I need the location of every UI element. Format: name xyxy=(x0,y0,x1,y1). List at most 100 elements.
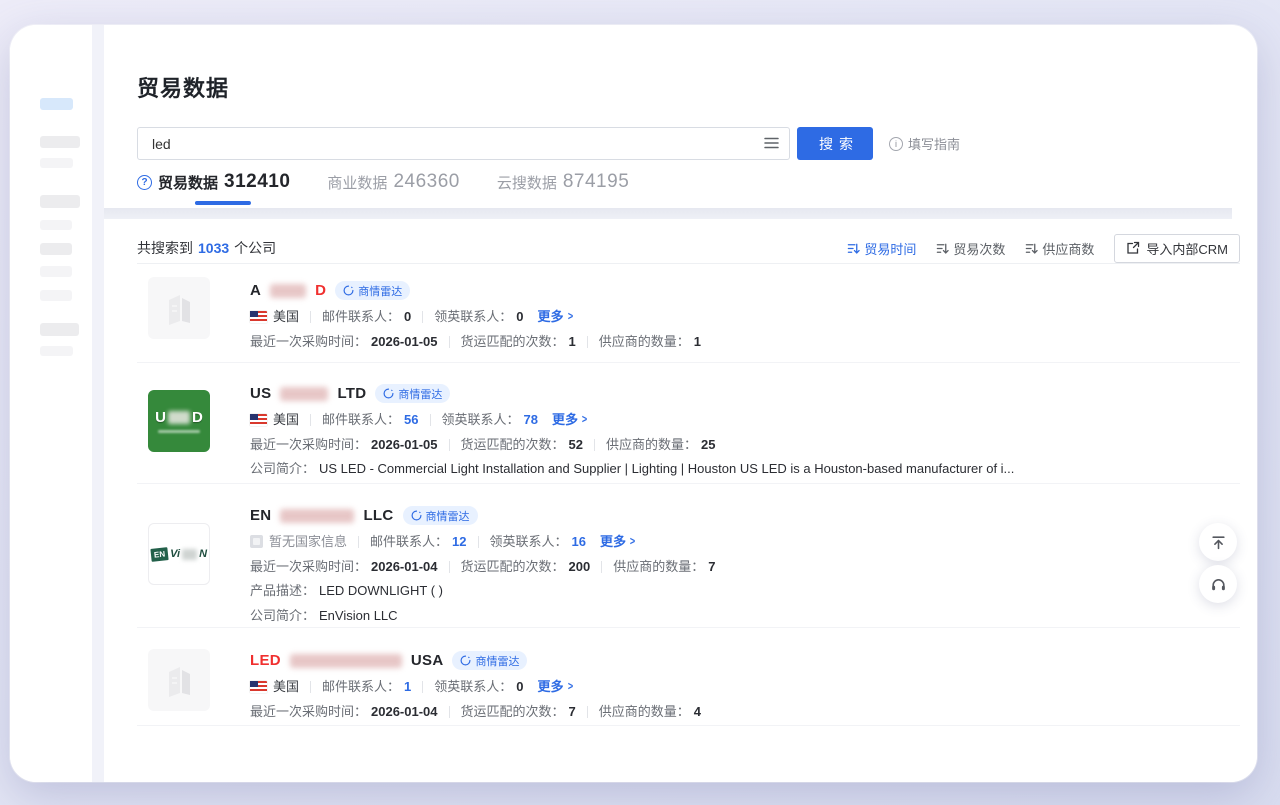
search-button[interactable]: 搜索 xyxy=(797,127,873,160)
email-contacts-label: 邮件联系人： xyxy=(322,308,400,325)
last-purchase-value: 2026-01-04 xyxy=(371,558,438,575)
email-contacts-value: 0 xyxy=(404,308,411,325)
sort-icon xyxy=(1025,242,1038,255)
more-link[interactable]: 更多> xyxy=(538,308,574,325)
linkedin-contacts-value[interactable]: 16 xyxy=(572,533,586,550)
search-input-wrap xyxy=(137,127,790,160)
no-country-icon xyxy=(250,535,263,548)
radar-icon xyxy=(411,510,422,521)
linkedin-contacts-value[interactable]: 78 xyxy=(524,411,538,428)
question-circle-icon: ? xyxy=(137,175,152,190)
biz-radar-badge[interactable]: 商情雷达 xyxy=(335,281,410,300)
email-contacts-value[interactable]: 56 xyxy=(404,411,418,428)
separator xyxy=(449,561,450,573)
separator xyxy=(478,536,479,548)
company-name[interactable]: EN xyxy=(250,507,271,524)
summary-count: 1033 xyxy=(198,240,229,256)
back-to-top-button[interactable] xyxy=(1199,523,1237,561)
sidebar-skeleton-item[interactable] xyxy=(40,243,72,255)
sidebar-skeleton-item[interactable] xyxy=(40,158,73,168)
company-intro-row: 公司简介： US LED - Commercial Light Installa… xyxy=(250,460,1240,478)
supplier-count-label: 供应商的数量： xyxy=(606,436,697,453)
us-flag-icon xyxy=(250,681,267,693)
separator xyxy=(310,311,311,323)
separator xyxy=(310,414,311,426)
summary-prefix: 共搜索到 xyxy=(137,238,193,258)
search-input[interactable] xyxy=(137,127,790,160)
chevron-right-icon: > xyxy=(630,533,635,550)
company-intro-value: EnVision LLC xyxy=(319,607,398,625)
filter-icon[interactable] xyxy=(763,135,780,151)
guide-link[interactable]: i 填写指南 xyxy=(889,134,960,153)
freight-match-label: 货运匹配的次数： xyxy=(461,703,565,720)
freight-match-label: 货运匹配的次数： xyxy=(461,558,565,575)
headset-icon xyxy=(1210,576,1227,593)
horizontal-scrollbar-track[interactable] xyxy=(104,208,1232,219)
freight-match-value: 52 xyxy=(569,436,583,453)
email-contacts-label: 邮件联系人： xyxy=(322,678,400,695)
more-link[interactable]: 更多> xyxy=(538,678,574,695)
sort-supplier-count[interactable]: 供应商数 xyxy=(1025,239,1094,258)
country-field: 美国 xyxy=(250,411,299,428)
linkedin-contacts-value: 0 xyxy=(516,678,523,695)
sort-trade-time[interactable]: 贸易时间 xyxy=(847,239,916,258)
linkedin-contacts-label: 领英联系人： xyxy=(442,411,520,428)
tab-trade-data[interactable]: ? 贸易数据 312410 xyxy=(137,171,290,205)
company-name[interactable]: LLC xyxy=(363,507,393,524)
app-window: 贸易数据 搜索 i 填写指南 ? 贸易数据 312410 商业数据 xyxy=(10,25,1257,782)
email-contacts-value[interactable]: 12 xyxy=(452,533,466,550)
company-list-item: LED USA 商情雷达 美国 邮件联系人： 1 领英联系人： 0 xyxy=(137,645,1240,726)
company-list-item: UD US LTD 商情雷达 美国 邮件联系人： 56 xyxy=(137,378,1240,484)
supplier-count-value: 25 xyxy=(701,436,715,453)
summary-suffix: 个公司 xyxy=(234,238,276,258)
separator xyxy=(422,681,423,693)
company-name-highlight[interactable]: D xyxy=(315,282,326,299)
company-name[interactable]: A xyxy=(250,282,261,299)
sidebar-skeleton-item-active[interactable] xyxy=(40,98,73,110)
country-field: 美国 xyxy=(250,678,299,695)
sidebar-skeleton-item[interactable] xyxy=(40,136,80,148)
customer-support-button[interactable] xyxy=(1199,565,1237,603)
company-name[interactable]: US xyxy=(250,385,271,402)
company-intro-row: 公司简介： EnVision LLC xyxy=(250,607,1240,625)
sort-icon xyxy=(936,242,949,255)
biz-radar-badge[interactable]: 商情雷达 xyxy=(375,384,450,403)
tab-count: 312410 xyxy=(224,171,290,193)
more-link[interactable]: 更多> xyxy=(600,533,636,550)
tab-label: 云搜数据 xyxy=(497,172,557,193)
product-desc-label: 产品描述： xyxy=(250,582,315,600)
separator xyxy=(430,414,431,426)
redacted-name xyxy=(280,387,328,401)
tab-cloud-search-data[interactable]: 云搜数据 874195 xyxy=(497,171,629,205)
redacted-name xyxy=(280,509,354,523)
biz-radar-badge[interactable]: 商情雷达 xyxy=(452,651,527,670)
sidebar-skeleton-item[interactable] xyxy=(40,323,79,336)
redacted-name xyxy=(290,654,402,668)
supplier-count-label: 供应商的数量： xyxy=(613,558,704,575)
last-purchase-value: 2026-01-05 xyxy=(371,333,438,350)
separator xyxy=(449,439,450,451)
import-crm-button[interactable]: 导入内部CRM xyxy=(1114,234,1240,263)
supplier-count-value: 4 xyxy=(694,703,701,720)
biz-radar-badge[interactable]: 商情雷达 xyxy=(403,506,478,525)
sidebar-skeleton-item[interactable] xyxy=(40,195,80,208)
company-name[interactable]: LTD xyxy=(337,385,366,402)
sidebar-skeleton-item[interactable] xyxy=(40,346,73,356)
guide-label: 填写指南 xyxy=(908,134,960,153)
linkedin-contacts-value: 0 xyxy=(516,308,523,325)
sidebar-skeleton-item[interactable] xyxy=(40,290,72,301)
company-name-highlight[interactable]: LED xyxy=(250,652,281,669)
radar-icon xyxy=(460,655,471,666)
radar-icon xyxy=(383,388,394,399)
more-link[interactable]: 更多> xyxy=(552,411,588,428)
email-contacts-value[interactable]: 1 xyxy=(404,678,411,695)
sort-trade-count[interactable]: 贸易次数 xyxy=(936,239,1005,258)
freight-match-label: 货运匹配的次数： xyxy=(461,333,565,350)
sidebar-skeleton-item[interactable] xyxy=(40,266,72,277)
tab-business-data[interactable]: 商业数据 246360 xyxy=(327,171,459,205)
sort-icon xyxy=(847,242,860,255)
company-name[interactable]: USA xyxy=(411,652,444,669)
sidebar-skeleton-item[interactable] xyxy=(40,220,72,230)
sidebar-navigation xyxy=(10,25,92,782)
company-logo: UD xyxy=(148,390,210,452)
